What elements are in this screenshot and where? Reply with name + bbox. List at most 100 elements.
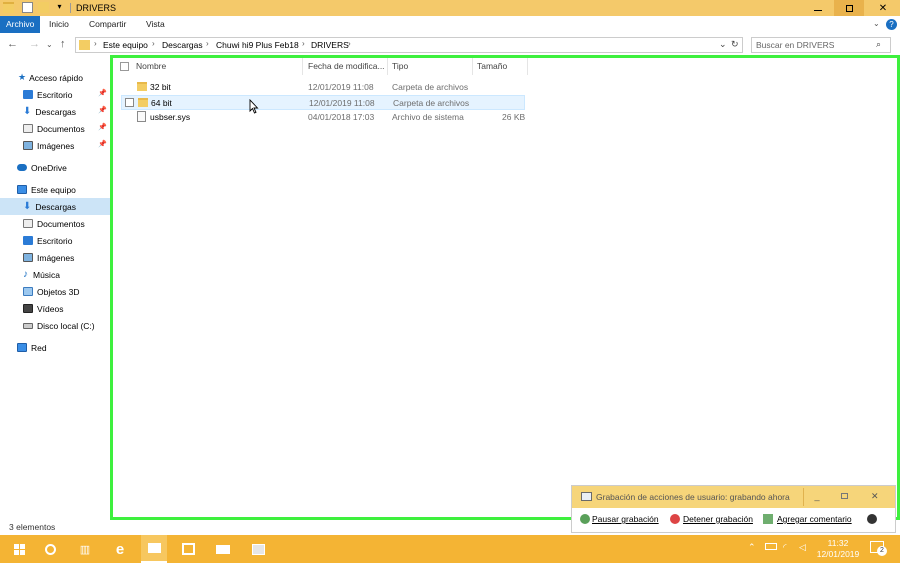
pin-icon[interactable]: 📌 [98,106,107,114]
download-icon: ⬇ [23,201,32,212]
table-row[interactable]: usbser.sys 04/01/2018 17:03 Archivo de s… [121,110,525,125]
volume-icon[interactable]: ◁ [799,542,806,553]
sidebar-item-pc-musica[interactable]: ♪ Música [0,266,110,283]
select-all-checkbox[interactable] [120,62,129,71]
file-explorer-button[interactable] [141,535,167,563]
minimize-icon [814,9,822,11]
file-name: 32 bit [150,82,171,92]
close-button[interactable]: ✕ [866,0,900,16]
mail-button[interactable] [214,540,232,558]
battery-icon[interactable] [765,543,777,550]
sidebar-item-label: Documentos [37,123,85,134]
recent-locations-icon[interactable]: ⌄ [46,40,53,49]
column-divider[interactable] [302,57,303,75]
tab-vista[interactable]: Vista [140,16,171,33]
address-dropdown-icon[interactable]: ⌄ [719,39,727,50]
sidebar-item-descargas[interactable]: ⬇ Descargas 📌 [0,103,110,120]
breadcrumb-chuwi[interactable]: Chuwi hi9 Plus Feb18 [216,40,299,50]
minimize-button[interactable]: _ [808,491,826,503]
new-folder-icon[interactable] [38,2,49,13]
close-button[interactable]: ✕ [871,491,879,502]
sidebar-item-imagenes[interactable]: Imágenes 📌 [0,137,110,154]
file-size: 26 KB [502,112,526,122]
comment-icon [763,514,773,524]
clock[interactable]: 11:32 12/01/2019 [812,538,864,562]
column-header-name[interactable]: Nombre [136,61,166,75]
back-arrow-icon[interactable]: ← [7,38,18,50]
table-row[interactable]: 64 bit 12/01/2019 11:08 Carpeta de archi… [121,95,525,110]
search-input[interactable]: Buscar en DRIVERS ⌕ [751,37,891,53]
help-icon[interactable] [867,514,877,524]
steps-recorder-taskbar-button[interactable] [249,540,267,558]
file-date: 04/01/2018 17:03 [308,112,375,122]
sidebar-item-pc-videos[interactable]: Vídeos [0,300,110,317]
pin-icon[interactable]: 📌 [98,140,107,148]
table-row[interactable]: 32 bit 12/01/2019 11:08 Carpeta de archi… [121,80,525,95]
restore-button[interactable] [834,0,864,16]
chevron-right-icon[interactable]: › [94,39,97,48]
minimize-button[interactable] [803,0,833,16]
sidebar-item-red[interactable]: Red [0,339,110,356]
add-comment-button[interactable]: Agregar comentario [777,514,852,524]
expand-ribbon-icon[interactable]: ⌄ [873,19,880,28]
row-checkbox[interactable] [125,98,134,107]
restore-icon [845,4,853,12]
chevron-right-icon[interactable]: › [302,39,305,48]
sidebar-item-pc-escritorio[interactable]: Escritorio [0,232,110,249]
search-button[interactable] [41,540,59,558]
pause-recording-button[interactable]: Pausar grabación [592,514,659,524]
edge-button[interactable]: e [111,540,129,558]
mouse-cursor-icon [249,99,259,114]
chevron-right-icon[interactable]: › [206,39,209,48]
sidebar-item-documentos[interactable]: Documentos 📌 [0,120,110,137]
desktop-icon [23,90,33,99]
breadcrumb-este-equipo[interactable]: Este equipo [103,40,148,50]
title-bar: ▾ DRIVERS ✕ [0,0,900,16]
file-type: Carpeta de archivos [392,82,469,92]
pictures-icon [23,253,33,262]
sidebar-item-quick-access[interactable]: ★ Acceso rápido [0,69,110,86]
address-bar[interactable]: › Este equipo › Descargas › Chuwi hi9 Pl… [75,37,743,53]
column-divider[interactable] [472,57,473,75]
quick-access-dropdown-icon[interactable]: ▾ [54,2,65,13]
sidebar-item-onedrive[interactable]: OneDrive [0,159,110,176]
window-title: DRIVERS [76,3,117,13]
chevron-right-icon[interactable]: › [152,39,155,48]
folder-icon [79,40,90,50]
up-arrow-icon[interactable]: ↑ [60,38,66,50]
sidebar-item-este-equipo[interactable]: Este equipo [0,181,110,198]
forward-arrow-icon[interactable]: → [29,38,40,50]
sidebar-item-pc-objetos-3d[interactable]: Objetos 3D [0,283,110,300]
pin-icon[interactable]: 📌 [98,123,107,131]
sidebar-item-pc-documentos[interactable]: Documentos [0,215,110,232]
sidebar-item-pc-disco-local[interactable]: Disco local (C:) [0,317,110,334]
stop-recording-button[interactable]: Detener grabación [683,514,753,524]
task-view-button[interactable]: ▥ [76,540,94,558]
sidebar-item-escritorio[interactable]: Escritorio 📌 [0,86,110,103]
pin-icon[interactable]: 📌 [98,89,107,97]
properties-icon[interactable] [22,2,33,13]
chevron-up-icon[interactable]: ⌃ [748,542,756,553]
store-button[interactable] [179,540,197,558]
wifi-icon[interactable]: ◜ [783,542,787,553]
tab-archivo[interactable]: Archivo [0,16,41,33]
chevron-right-icon[interactable]: › [348,39,351,48]
column-header-type[interactable]: Tipo [392,61,408,75]
notification-center-button[interactable]: 2 [870,541,887,556]
column-header-size[interactable]: Tamaño [477,61,507,75]
tab-inicio[interactable]: Inicio [43,16,75,33]
column-header-date[interactable]: Fecha de modifica... [308,61,385,75]
column-divider[interactable] [527,57,528,75]
help-icon[interactable]: ? [886,19,897,30]
desktop-icon [23,236,33,245]
start-button[interactable] [10,540,28,558]
breadcrumb-drivers[interactable]: DRIVERS [311,40,349,50]
refresh-icon[interactable]: ↻ [731,39,739,50]
column-divider[interactable] [387,57,388,75]
sidebar-item-pc-descargas[interactable]: ⬇ Descargas [0,198,110,215]
maximize-button[interactable] [841,493,848,499]
tab-compartir[interactable]: Compartir [83,16,132,33]
sidebar-item-label: Este equipo [31,184,76,195]
breadcrumb-descargas[interactable]: Descargas [162,40,203,50]
sidebar-item-pc-imagenes[interactable]: Imágenes [0,249,110,266]
